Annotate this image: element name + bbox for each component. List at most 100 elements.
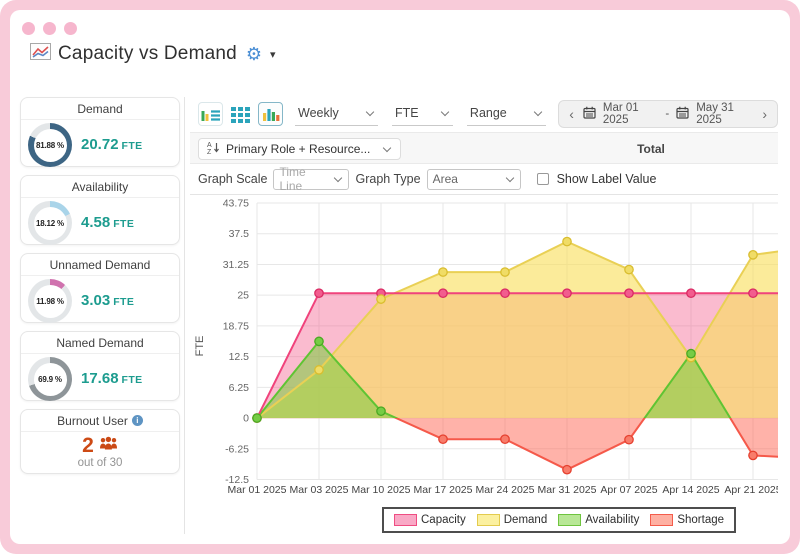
demand-point[interactable] bbox=[562, 236, 572, 247]
stat-value: 3.03 bbox=[81, 292, 111, 309]
chevron-down-icon bbox=[505, 173, 514, 183]
stat-unit: FTE bbox=[113, 296, 135, 308]
availability-point[interactable] bbox=[314, 336, 324, 347]
legend-item-shortage[interactable]: Shortage bbox=[650, 514, 724, 526]
x-tick-label: Mar 10 2025 bbox=[352, 484, 411, 496]
legend-label: Capacity bbox=[421, 514, 466, 526]
availability-point[interactable] bbox=[686, 348, 696, 359]
capacity-point[interactable] bbox=[500, 288, 510, 299]
legend-label: Demand bbox=[503, 514, 548, 526]
shortage-point[interactable] bbox=[438, 434, 448, 445]
divider bbox=[184, 97, 185, 534]
y-tick-label: -6.25 bbox=[225, 443, 249, 455]
window-control-dot[interactable] bbox=[43, 22, 56, 35]
window-control-dot[interactable] bbox=[64, 22, 77, 35]
legend-item-capacity[interactable]: Capacity bbox=[394, 514, 466, 526]
shortage-point[interactable] bbox=[624, 434, 634, 445]
demand-point[interactable] bbox=[314, 365, 324, 375]
graph-controls-row: Graph Scale Time Line Graph Type Area Sh… bbox=[190, 164, 778, 195]
demand-point[interactable] bbox=[438, 267, 448, 277]
capacity-point[interactable] bbox=[748, 288, 758, 299]
legend-label: Availability bbox=[585, 514, 640, 526]
grouping-select[interactable]: AZ Primary Role + Resource... bbox=[198, 138, 402, 160]
unnamed-demand-donut-chart: 11.98 % bbox=[28, 279, 72, 323]
calendar-icon bbox=[583, 106, 596, 122]
chart-list-view-icon[interactable] bbox=[198, 102, 223, 126]
date-start[interactable]: Mar 01 2025 bbox=[603, 102, 658, 126]
total-column-header: Total bbox=[637, 142, 665, 156]
y-tick-label: 0 bbox=[243, 413, 249, 425]
shortage-swatch bbox=[650, 514, 674, 526]
date-separator: - bbox=[665, 108, 670, 120]
stat-value: 17.68 bbox=[81, 370, 119, 387]
grouping-row: AZ Primary Role + Resource... Total bbox=[190, 132, 778, 164]
capacity-point[interactable] bbox=[314, 288, 324, 299]
x-tick-label: Mar 01 2025 bbox=[228, 484, 287, 496]
window-control-dot[interactable] bbox=[22, 22, 35, 35]
y-tick-label: 18.75 bbox=[223, 320, 249, 332]
y-tick-label: 25 bbox=[237, 290, 249, 302]
capacity-point[interactable] bbox=[686, 288, 696, 299]
mode-value: Range bbox=[469, 106, 507, 120]
stat-card-burnout-user: Burnout User 2 out of 30 bbox=[20, 409, 180, 474]
stat-card-availability: Availability 18.12 % 4.58 FTE bbox=[20, 175, 180, 245]
demand-point[interactable] bbox=[624, 264, 634, 275]
chevron-down-icon[interactable] bbox=[270, 48, 276, 61]
gear-icon[interactable] bbox=[246, 45, 262, 63]
graph-type-select[interactable]: Area bbox=[426, 168, 521, 190]
burnout-subtext: out of 30 bbox=[77, 457, 123, 469]
graph-scale-value: Time Line bbox=[279, 165, 306, 193]
stat-card-named-demand: Named Demand 69.9 % 17.68 FTE bbox=[20, 331, 180, 401]
prev-period-button[interactable]: ‹ bbox=[567, 106, 576, 122]
shortage-point[interactable] bbox=[500, 434, 510, 445]
graph-scale-select[interactable]: Time Line bbox=[273, 165, 350, 193]
demand-point[interactable] bbox=[748, 250, 758, 260]
window-frame: Capacity vs Demand Demand 81.88 % 20.72F… bbox=[0, 0, 800, 554]
y-tick-label: 37.5 bbox=[229, 228, 250, 240]
donut-percent: 11.98 % bbox=[33, 284, 67, 318]
stat-unit: FTE bbox=[121, 374, 143, 386]
sort-az-icon: AZ bbox=[207, 141, 220, 157]
unit-value: FTE bbox=[394, 106, 419, 120]
shortage-point[interactable] bbox=[562, 464, 572, 475]
info-icon[interactable] bbox=[131, 415, 143, 426]
stat-value: 4.58 bbox=[81, 214, 111, 231]
availability-point[interactable] bbox=[252, 413, 262, 423]
x-tick-label: Apr 07 2025 bbox=[600, 484, 657, 496]
stat-unit: FTE bbox=[113, 218, 135, 230]
availability-point[interactable] bbox=[376, 406, 386, 417]
capacity-swatch bbox=[394, 514, 417, 526]
demand-donut-chart: 81.88 % bbox=[28, 123, 72, 167]
date-range-picker: ‹ Mar 01 2025 - May 31 2025 › bbox=[558, 100, 779, 128]
capacity-point[interactable] bbox=[438, 288, 448, 299]
unit-select[interactable]: FTE bbox=[391, 102, 453, 126]
legend-label: Shortage bbox=[677, 514, 725, 526]
bar-chart-view-icon[interactable] bbox=[258, 102, 283, 126]
capacity-point[interactable] bbox=[624, 288, 634, 299]
mode-select[interactable]: Range bbox=[466, 102, 547, 126]
graph-scale-label: Graph Scale bbox=[198, 172, 268, 186]
legend-item-demand[interactable]: Demand bbox=[476, 514, 548, 526]
interval-select[interactable]: Weekly bbox=[295, 102, 378, 126]
x-tick-label: Apr 21 2025 bbox=[724, 484, 778, 496]
show-label-value-label: Show Label Value bbox=[556, 172, 657, 186]
demand-point[interactable] bbox=[376, 294, 386, 304]
capacity-point[interactable] bbox=[562, 288, 572, 299]
shortage-point[interactable] bbox=[748, 450, 758, 461]
donut-percent: 81.88 % bbox=[33, 128, 67, 162]
legend-item-availability[interactable]: Availability bbox=[558, 514, 639, 526]
x-tick-label: Mar 24 2025 bbox=[476, 484, 535, 496]
toolbar: Weekly FTE Range ‹ Mar 01 2025 - May 31 … bbox=[190, 97, 779, 131]
chevron-down-icon bbox=[334, 173, 343, 183]
demand-point[interactable] bbox=[500, 267, 510, 277]
stat-card-title: Unnamed Demand bbox=[21, 254, 179, 276]
date-end[interactable]: May 31 2025 bbox=[696, 102, 753, 126]
page-title: Capacity vs Demand bbox=[58, 43, 237, 64]
calendar-icon bbox=[676, 106, 689, 122]
show-label-value-checkbox[interactable] bbox=[536, 173, 549, 185]
line-chart-icon bbox=[30, 43, 51, 65]
header: Capacity vs Demand bbox=[30, 43, 276, 65]
burnout-count: 2 bbox=[82, 434, 94, 457]
next-period-button[interactable]: › bbox=[760, 106, 769, 122]
grid-view-icon[interactable] bbox=[228, 102, 253, 126]
